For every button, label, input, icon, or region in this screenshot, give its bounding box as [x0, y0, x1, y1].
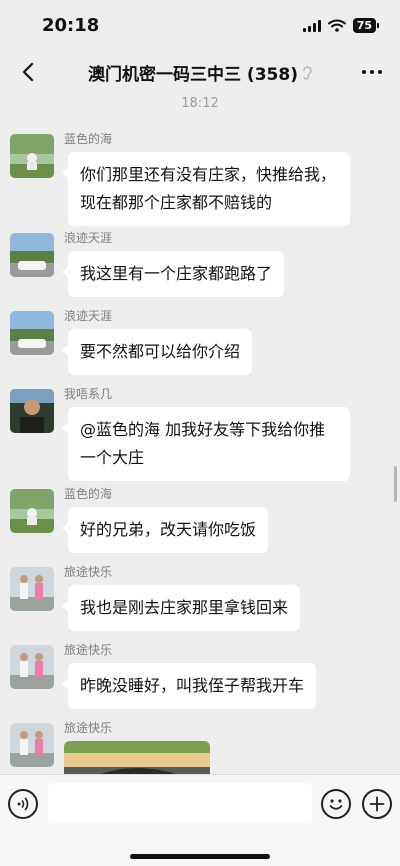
status-bar: 20:18 75: [0, 0, 400, 50]
message-bubble[interactable]: @蓝色的海 加我好友等下我给你推一个大庄: [62, 407, 350, 481]
chat-title-text: 澳门机密一码三中三 (358): [88, 65, 298, 85]
kids-avatar[interactable]: [10, 645, 54, 689]
message-bubble[interactable]: 我这里有一个庄家都跑路了: [61, 251, 285, 297]
message-input[interactable]: [48, 783, 312, 823]
sender-name: 浪迹天涯: [64, 231, 113, 245]
message-bubble[interactable]: 你们那里还有没有庄家，快推给我，现在都那个庄家都不赔钱的: [62, 152, 350, 226]
voice-icon: [17, 797, 29, 811]
car-photo[interactable]: [64, 741, 210, 774]
sender-name: 我唔系几: [64, 387, 113, 401]
emoji-button[interactable]: [321, 789, 351, 819]
car-avatar[interactable]: [10, 233, 54, 277]
status-icons: 75: [302, 18, 380, 33]
sender-name: 旅途快乐: [64, 643, 113, 657]
signal-icon: [302, 19, 321, 32]
time-divider: 18:12: [181, 96, 219, 111]
ear-icon: [302, 65, 312, 80]
sender-name: 蓝色的海: [64, 132, 113, 146]
status-time: 20:18: [42, 15, 100, 36]
sender-name: 旅途快乐: [64, 721, 113, 735]
message-bubble[interactable]: 我也是刚去庄家那里拿钱回来: [61, 585, 301, 631]
sender-name: 旅途快乐: [64, 565, 113, 579]
landscape-avatar[interactable]: [10, 134, 54, 178]
battery-icon: 75: [352, 18, 380, 33]
kids-avatar[interactable]: [10, 567, 54, 611]
message-bubble[interactable]: 好的兄弟，改天请你吃饭: [61, 507, 269, 553]
voice-button[interactable]: [8, 789, 38, 819]
message-bubble[interactable]: 昨晚没睡好，叫我侄子帮我开车: [61, 663, 317, 709]
car-avatar[interactable]: [10, 311, 54, 355]
landscape-avatar[interactable]: [10, 489, 54, 533]
plus-button[interactable]: [362, 789, 392, 819]
sender-name: 浪迹天涯: [64, 309, 113, 323]
person-avatar[interactable]: [10, 389, 54, 433]
kids-avatar[interactable]: [10, 723, 54, 767]
more-dots-icon: [362, 70, 366, 74]
message-bubble[interactable]: 要不然都可以给你介绍: [61, 329, 253, 375]
scrollbar[interactable]: [394, 466, 397, 502]
wifi-icon: [327, 19, 346, 32]
chat-area[interactable]: 18:12 蓝色的海 你们那里还有没有庄家，快推给我，现在都那个庄家都不赔钱的 …: [0, 94, 400, 774]
plus-icon: [369, 796, 385, 812]
emoji-icon: [329, 799, 343, 810]
home-indicator: [130, 854, 270, 859]
sender-name: 蓝色的海: [64, 487, 113, 501]
nav-bar: 澳门机密一码三中三 (358): [0, 50, 400, 94]
chat-title: 澳门机密一码三中三 (358): [0, 60, 400, 85]
more-button[interactable]: [358, 60, 386, 84]
input-bar: [0, 774, 400, 866]
